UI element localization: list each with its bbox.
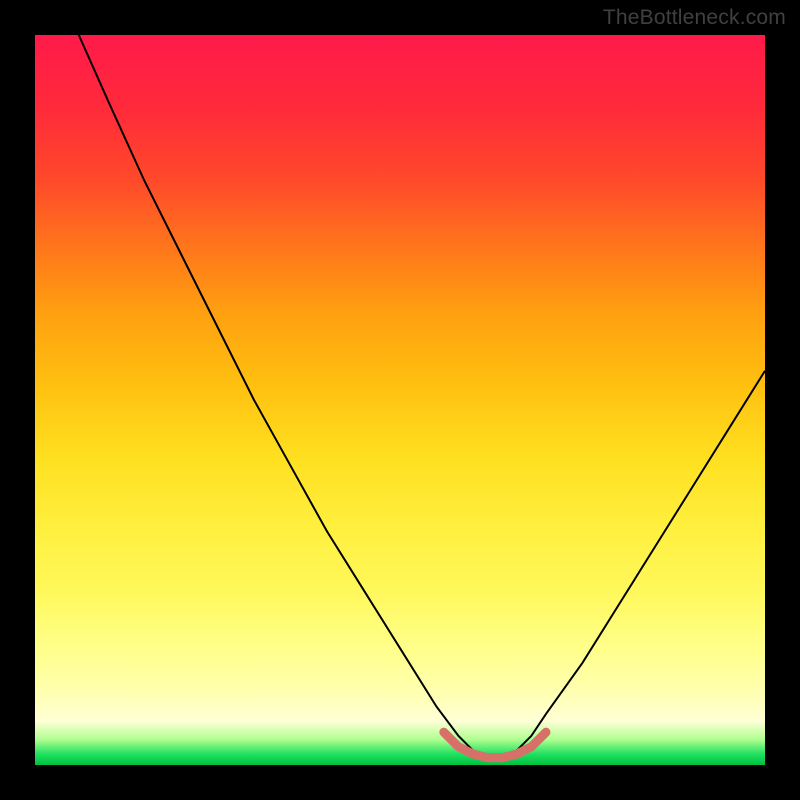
plot-area bbox=[35, 35, 765, 765]
chart-container: TheBottleneck.com bbox=[0, 0, 800, 800]
chart-svg bbox=[35, 35, 765, 765]
watermark-text: TheBottleneck.com bbox=[603, 6, 786, 30]
bottleneck-curve bbox=[79, 35, 765, 758]
